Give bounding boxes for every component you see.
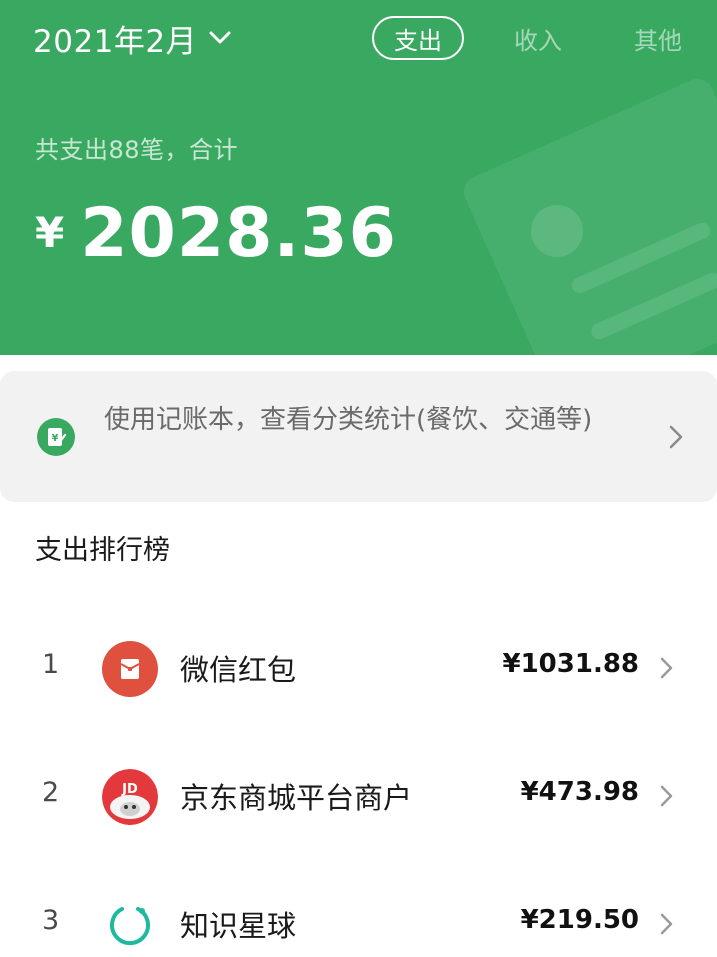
rank-number: 3 <box>42 905 60 936</box>
month-label: 2021年2月 <box>33 23 198 60</box>
currency-symbol: ¥ <box>35 208 65 257</box>
expense-summary: 共支出88笔，合计 <box>35 136 239 164</box>
ranking-item[interactable]: 1 微信红包 ¥1031.88 <box>0 625 717 715</box>
merchant-amount: ¥473.98 <box>520 777 639 807</box>
merchant-name: 知识星球 <box>180 909 297 943</box>
knowledge-planet-icon <box>102 897 158 953</box>
merchant-name: 京东商城平台商户 <box>180 781 413 815</box>
merchant-name: 微信红包 <box>180 653 297 687</box>
chevron-right-icon <box>667 423 685 451</box>
decorative-card-shape <box>458 73 717 355</box>
chevron-right-icon <box>659 911 675 937</box>
chevron-down-icon <box>209 27 231 49</box>
ledger-promo-banner[interactable]: ¥ 使用记账本，查看分类统计(餐饮、交通等) <box>0 371 717 502</box>
red-envelope-icon <box>102 641 158 697</box>
tab-expense[interactable]: 支出 <box>372 16 464 60</box>
chevron-right-icon <box>659 783 675 809</box>
merchant-amount: ¥1031.88 <box>502 649 639 679</box>
summary-header: 2021年2月 支出 收入 其他 共支出88笔，合计 ¥ 2028.36 <box>0 0 717 355</box>
month-selector[interactable]: 2021年2月 <box>33 18 231 60</box>
decorative-circle <box>531 205 583 257</box>
svg-text:¥: ¥ <box>52 433 59 444</box>
tab-other[interactable]: 其他 <box>623 16 693 60</box>
ranking-item[interactable]: 3 知识星球 ¥219.50 <box>0 881 717 957</box>
svg-text:JD: JD <box>121 782 138 797</box>
ledger-icon: ¥ <box>37 418 75 456</box>
chevron-right-icon <box>659 655 675 681</box>
promo-text: 使用记账本，查看分类统计(餐饮、交通等) <box>104 405 593 435</box>
rank-number: 2 <box>42 777 60 808</box>
total-amount: ¥ 2028.36 <box>35 194 397 273</box>
jd-logo-icon: JD <box>102 769 158 825</box>
ranking-title: 支出排行榜 <box>35 535 170 566</box>
ranking-item[interactable]: 2 JD 京东商城平台商户 ¥473.98 <box>0 753 717 843</box>
merchant-amount: ¥219.50 <box>520 905 639 935</box>
tab-income[interactable]: 收入 <box>503 16 573 60</box>
rank-number: 1 <box>42 649 60 680</box>
total-value: 2028.36 <box>80 194 397 273</box>
